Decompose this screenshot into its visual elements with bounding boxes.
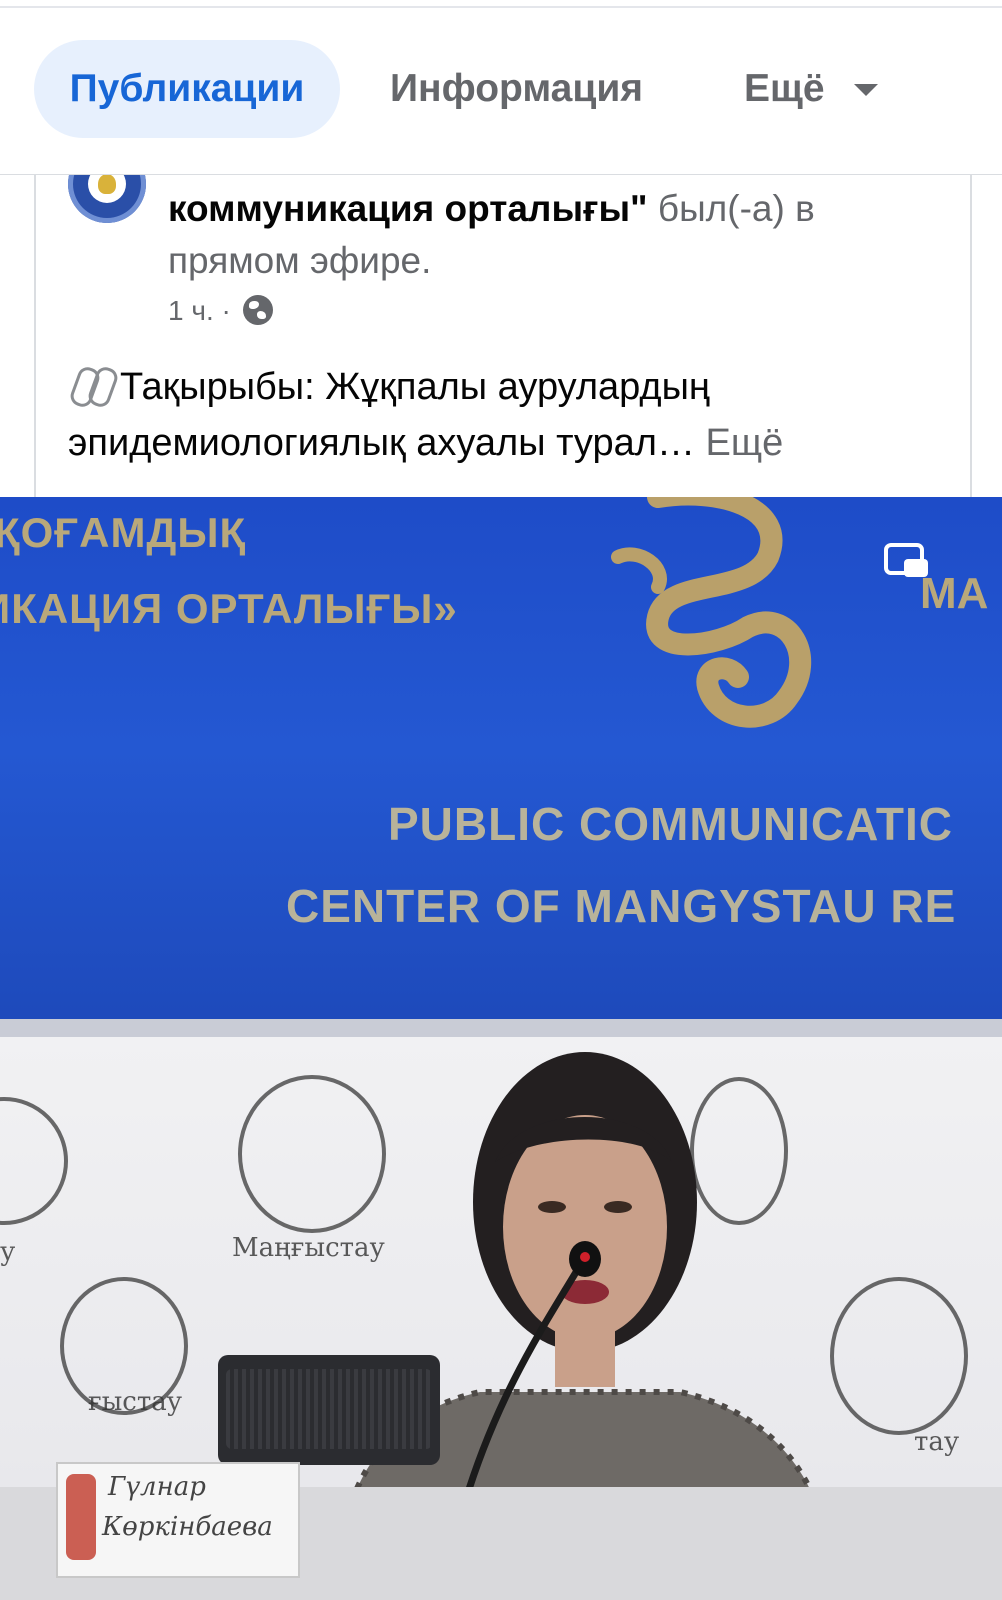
see-more-link[interactable]: Ещё (706, 422, 784, 464)
live-video[interactable]: ҚОҒАМДЫҚ ИКАЦИЯ ОРТАЛЫҒЫ» МА PUBLIC COMM… (0, 497, 1002, 1600)
nameplate-last-name: Көркінбаева (102, 1512, 273, 1542)
banner-line-2: CENTER OF MANGYSTAU RE (286, 880, 957, 932)
microphone-icon (461, 1241, 601, 1504)
tab-publications[interactable]: Публикации (34, 40, 340, 138)
tab-more[interactable]: Ещё (744, 40, 894, 138)
seal-label-lower-left: ғыстау (88, 1387, 183, 1417)
post-timestamp[interactable]: 1 ч. · (168, 295, 231, 326)
seal-left-icon (0, 1097, 68, 1225)
page-avatar[interactable] (68, 175, 146, 223)
avatar-emblem-icon (88, 175, 126, 203)
dragon-emblem-icon (611, 497, 812, 728)
tab-information[interactable]: Информация (390, 40, 660, 138)
globe-icon (242, 295, 273, 325)
paperclip-icon (67, 364, 121, 410)
seal-label-left: у (0, 1237, 16, 1267)
picture-in-picture-icon[interactable] (884, 543, 930, 579)
nameplate-first-name: Гүлнар (108, 1472, 206, 1502)
nameplate-logo-icon (66, 1474, 96, 1560)
desk-speaker (218, 1355, 440, 1465)
seal-label-lower-right: тау (914, 1427, 960, 1457)
post-body: Тақырыбы: Жұқпалы аурулардың эпидемиолог… (67, 359, 948, 471)
banner-line-1: PUBLIC COMMUNICATIC (388, 798, 953, 850)
post-meta: 1 ч. · (168, 295, 273, 327)
post-header: коммуникация орталығы" был(-а) в прямом … (168, 183, 948, 287)
nameplate: Гүлнар Көркінбаева (56, 1462, 300, 1578)
press-wall-banner (0, 497, 1002, 1057)
wall-text-right: МА (920, 569, 989, 618)
top-divider (0, 6, 1002, 8)
post-body-text: Тақырыбы: Жұқпалы аурулардың эпидемиолог… (68, 366, 710, 464)
caret-down-icon (854, 84, 878, 96)
wall-text-line-2: ИКАЦИЯ ОРТАЛЫҒЫ» (0, 585, 458, 632)
tab-more-label: Ещё (744, 67, 825, 110)
author-name[interactable]: коммуникация орталығы" (168, 188, 648, 229)
post-card: коммуникация орталығы" был(-а) в прямом … (34, 175, 972, 497)
wall-text-line-1: ҚОҒАМДЫҚ (0, 509, 247, 556)
profile-tabs: Публикации Информация Ещё (0, 40, 1002, 140)
